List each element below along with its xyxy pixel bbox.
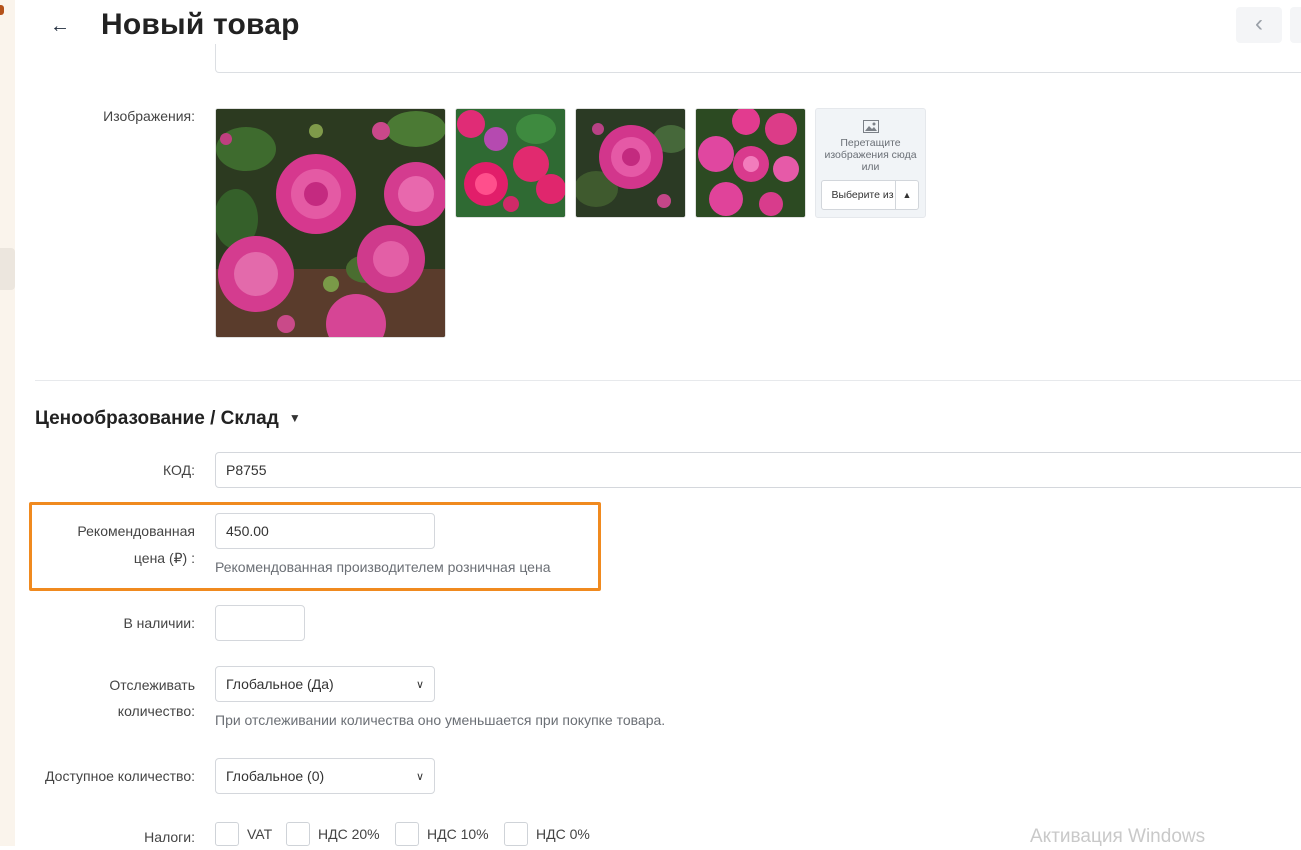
left-edge-strip bbox=[0, 0, 15, 846]
tax-checkbox-nds0[interactable] bbox=[504, 822, 528, 846]
product-image-thumb[interactable] bbox=[455, 108, 566, 218]
section-divider bbox=[35, 380, 1301, 381]
tax-label-nds20: НДС 20% bbox=[318, 826, 380, 842]
rose-photo bbox=[216, 109, 445, 337]
back-arrow-icon[interactable]: ← bbox=[48, 13, 72, 39]
code-input[interactable]: P8755 bbox=[215, 452, 1301, 488]
caret-down-icon: ▼ bbox=[288, 411, 301, 425]
chevron-down-icon: ∨ bbox=[415, 678, 424, 691]
chevron-left-icon[interactable]: ‹ bbox=[1236, 7, 1282, 43]
code-label: КОД: bbox=[163, 462, 195, 478]
description-field[interactable] bbox=[215, 44, 1301, 73]
track-quantity-select[interactable]: Глобальное (Да) ∨ bbox=[215, 666, 435, 702]
product-image-main[interactable] bbox=[215, 108, 446, 338]
edge-marker bbox=[0, 5, 4, 15]
track-quantity-label-line1: Отслеживать bbox=[109, 677, 195, 693]
track-quantity-value: Глобальное (Да) bbox=[226, 676, 334, 692]
recommended-price-label-line1: Рекомендованная bbox=[77, 523, 195, 539]
in-stock-label: В наличии: bbox=[123, 615, 195, 631]
tax-label-vat: VAT bbox=[247, 826, 273, 842]
product-image-thumb[interactable] bbox=[695, 108, 806, 218]
available-quantity-label: Доступное количество: bbox=[45, 768, 195, 784]
track-quantity-help: При отслеживании количества оно уменьшае… bbox=[215, 712, 666, 728]
rose-photo bbox=[576, 109, 685, 217]
image-icon bbox=[862, 120, 879, 133]
rose-photo bbox=[456, 109, 565, 217]
chevron-down-icon: ∨ bbox=[415, 770, 424, 783]
recommended-price-help: Рекомендованная производителем розничная… bbox=[215, 559, 551, 575]
product-image-thumb[interactable] bbox=[575, 108, 686, 218]
windows-activation-watermark: Активация Windows bbox=[1030, 826, 1206, 847]
in-stock-input[interactable] bbox=[215, 605, 305, 641]
track-quantity-label-line2: количество: bbox=[117, 703, 195, 719]
dropzone-text: Перетащите изображения сюда или bbox=[824, 137, 917, 173]
choose-from-label: Выберите из bbox=[831, 189, 894, 201]
section-title: Ценообразование / Склад bbox=[35, 408, 279, 429]
next-button[interactable] bbox=[1290, 7, 1301, 43]
choose-from-button[interactable]: Выберите из ▲ bbox=[821, 180, 919, 210]
tax-checkbox-vat[interactable] bbox=[215, 822, 239, 846]
available-quantity-select[interactable]: Глобальное (0) ∨ bbox=[215, 758, 435, 794]
page-title: Новый товар bbox=[101, 8, 300, 41]
tax-checkbox-nds10[interactable] bbox=[395, 822, 419, 846]
pricing-section-toggle[interactable]: Ценообразование / Склад ▼ bbox=[35, 408, 301, 430]
tax-label-nds10: НДС 10% bbox=[427, 826, 489, 842]
caret-up-icon[interactable]: ▲ bbox=[895, 181, 918, 209]
taxes-label: Налоги: bbox=[144, 829, 195, 845]
edge-tab[interactable] bbox=[0, 248, 15, 290]
image-dropzone[interactable]: Перетащите изображения сюда или Выберите… bbox=[815, 108, 926, 218]
available-quantity-value: Глобальное (0) bbox=[226, 768, 325, 784]
tax-checkbox-nds20[interactable] bbox=[286, 822, 310, 846]
recommended-price-input[interactable]: 450.00 bbox=[215, 513, 435, 549]
images-label: Изображения: bbox=[103, 108, 195, 124]
recommended-price-label-line2: цена (₽) : bbox=[133, 550, 195, 566]
tax-label-nds0: НДС 0% bbox=[536, 826, 590, 842]
rose-photo bbox=[696, 109, 805, 217]
